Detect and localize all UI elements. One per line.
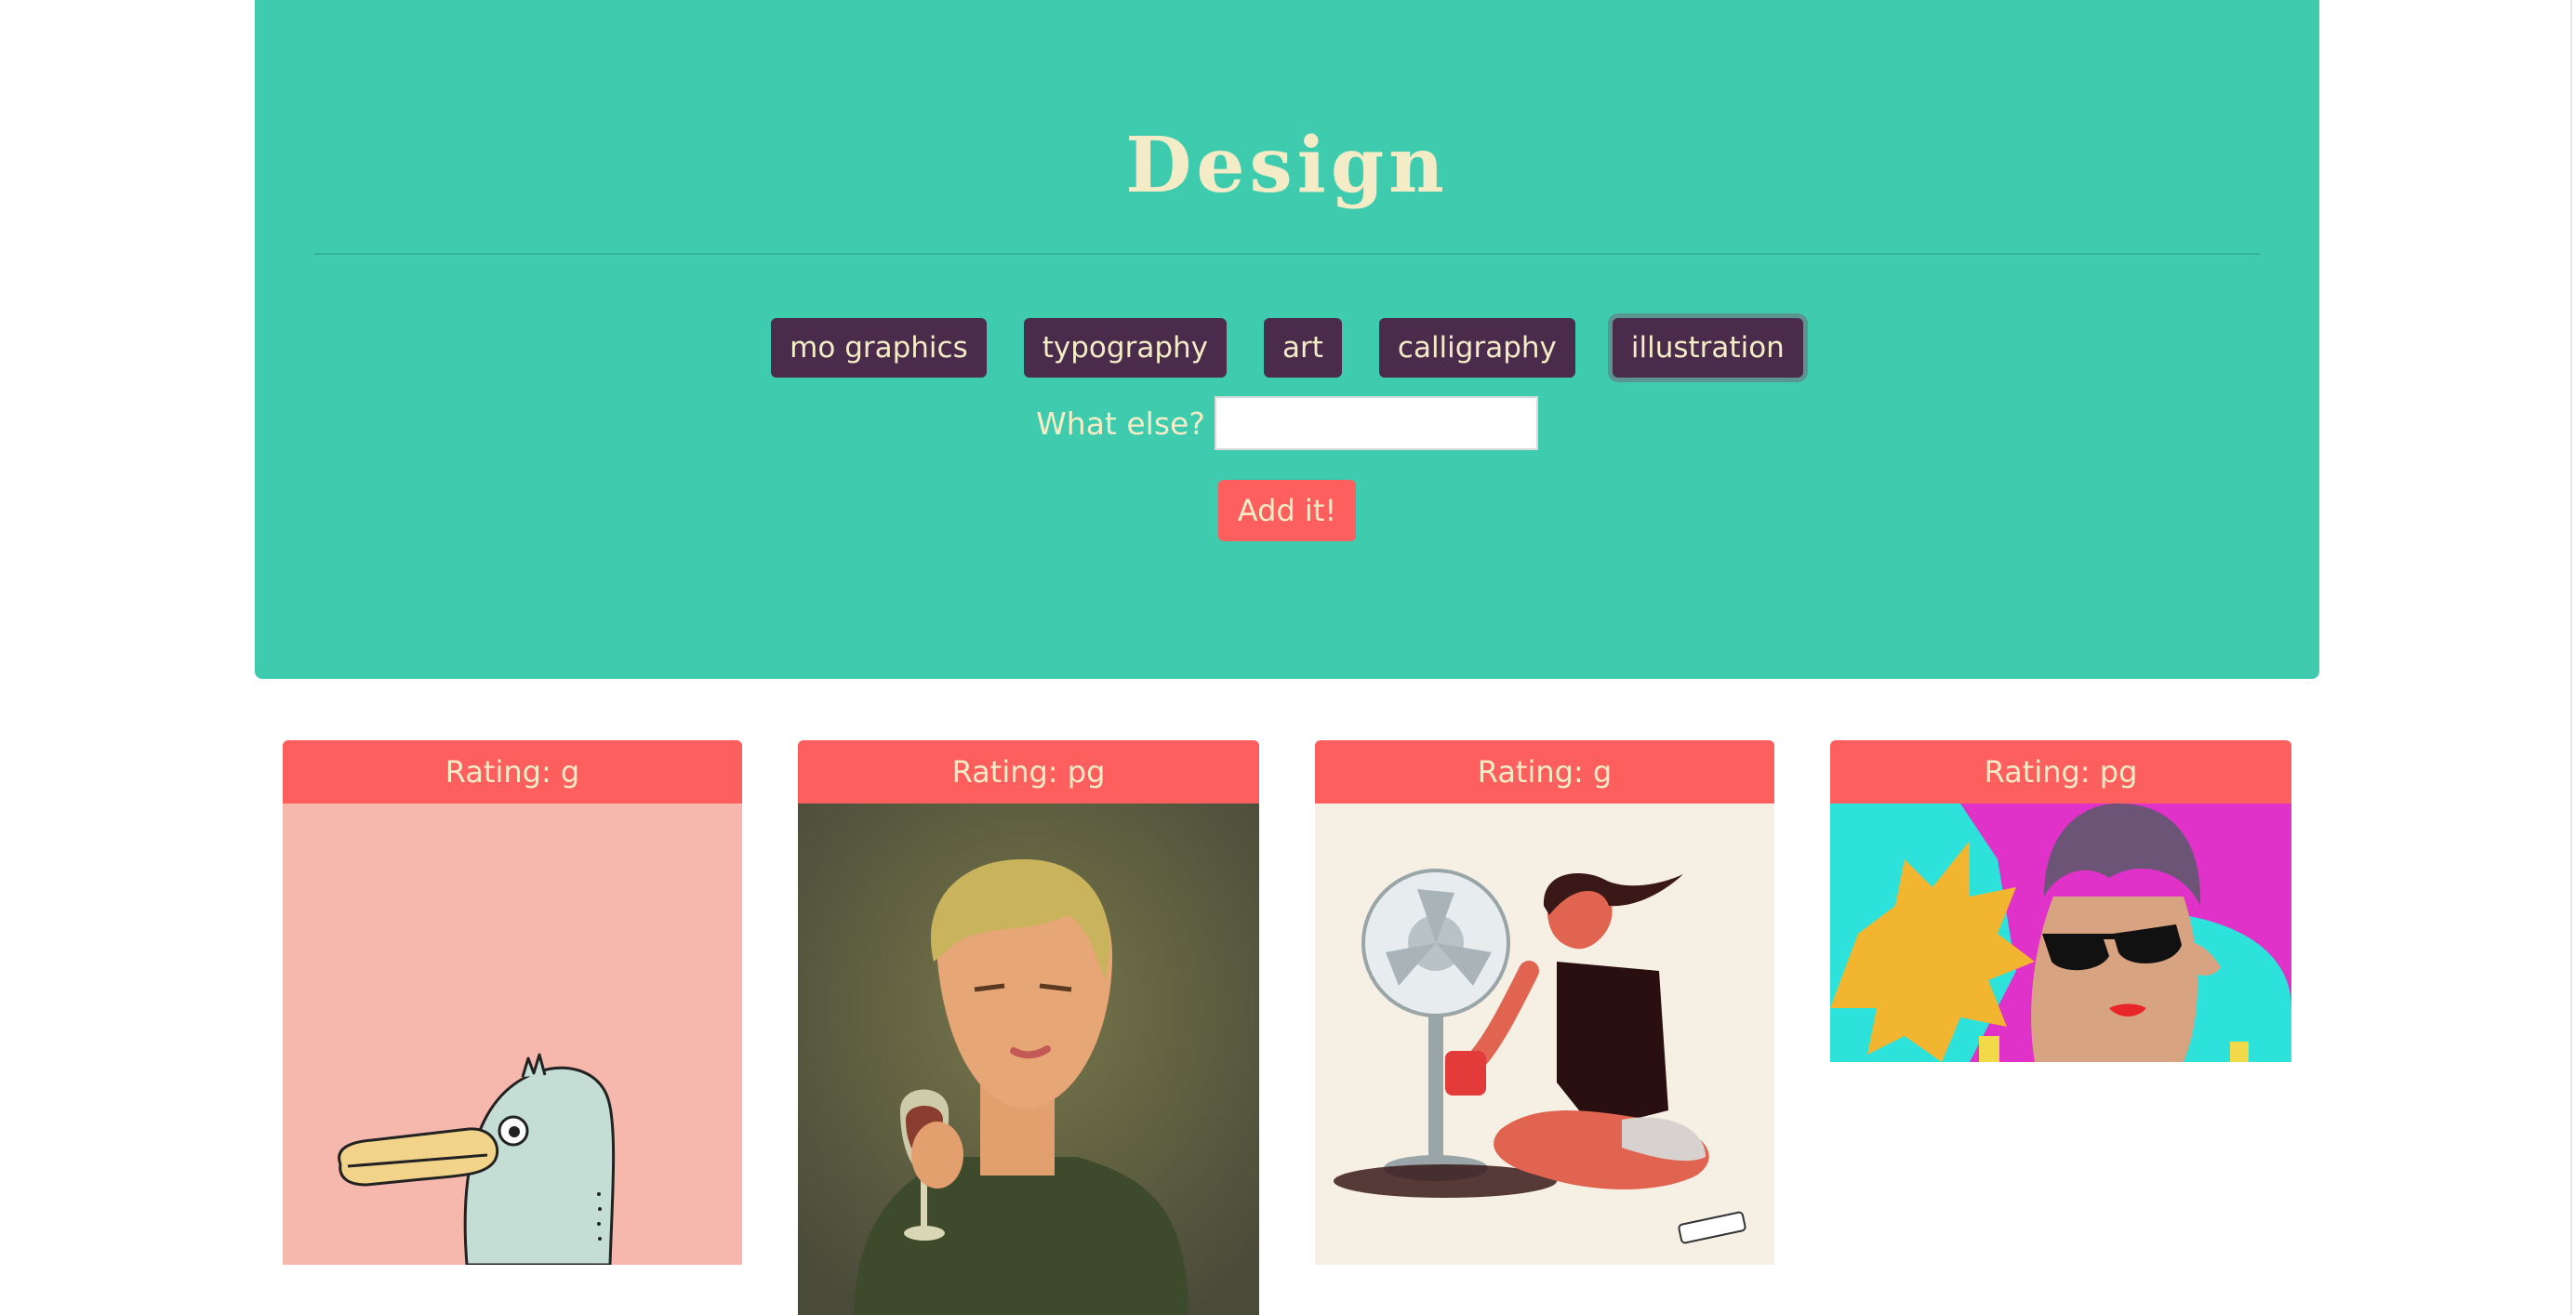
bird-illustration-image[interactable] xyxy=(283,804,742,1265)
topic-button-calligraphy[interactable]: calligraphy xyxy=(1378,318,1575,378)
rating-badge: Rating: pg xyxy=(1830,740,2291,804)
add-topic-label: What else? xyxy=(1036,405,1205,442)
topic-button-typography[interactable]: typography xyxy=(1023,318,1227,378)
rating-badge: Rating: g xyxy=(283,740,742,804)
add-it-button[interactable]: Add it! xyxy=(1218,480,1356,541)
sunglasses-woman-illustration-image[interactable] xyxy=(1830,804,2291,1062)
page-title: Design xyxy=(1125,121,1449,210)
gif-card[interactable]: Rating: g xyxy=(1315,740,1774,1265)
gif-card[interactable]: Rating: pg xyxy=(1830,740,2291,1062)
gif-card[interactable]: Rating: pg xyxy=(798,740,1259,1315)
add-topic-input[interactable] xyxy=(1214,396,1538,450)
fan-woman-illustration-image[interactable] xyxy=(1315,804,1774,1265)
topic-buttons: mo graphics typography art calligraphy i… xyxy=(255,318,2319,378)
topic-button-art[interactable]: art xyxy=(1264,318,1342,378)
wine-glass-woman-illustration-image[interactable] xyxy=(798,804,1259,1315)
header-divider xyxy=(314,253,2260,255)
topic-button-illustration[interactable]: illustration xyxy=(1612,318,1803,378)
rating-badge: Rating: pg xyxy=(798,740,1259,804)
gif-card[interactable]: Rating: g xyxy=(283,740,742,1265)
topic-button-mo-graphics[interactable]: mo graphics xyxy=(771,318,987,378)
jumbotron-header: Design mo graphics typography art callig… xyxy=(255,0,2319,679)
add-topic-form: What else? xyxy=(255,394,2319,452)
rating-badge: Rating: g xyxy=(1315,740,1774,804)
page-scrollbar[interactable] xyxy=(2570,0,2572,1315)
